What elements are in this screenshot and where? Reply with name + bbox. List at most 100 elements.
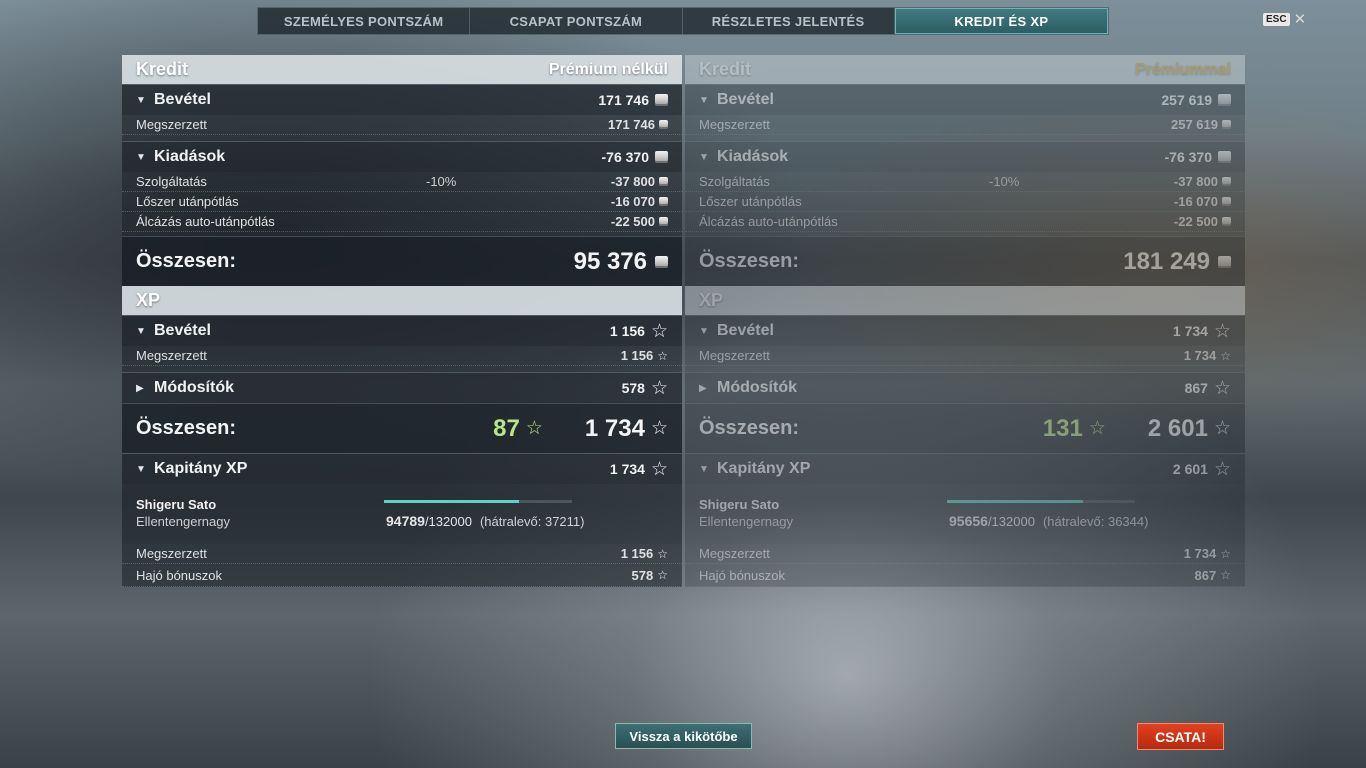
tab-bar: SZEMÉLYES PONTSZÁM CSAPAT PONTSZÁM RÉSZL…: [257, 7, 1109, 35]
credit-income-section[interactable]: ▼ Bevétel 171 746: [122, 84, 682, 115]
tab-detailed-report[interactable]: RÉSZLETES JELENTÉS: [683, 8, 895, 34]
captain-card: Shigeru Sato Ellentengernagy 95656/13200…: [685, 484, 1245, 544]
close-button[interactable]: ESC ✕: [1263, 12, 1306, 27]
xp-total-label: Összesen:: [136, 417, 237, 439]
row-value: -16 070: [610, 194, 655, 209]
credit-earned-row: Megszerzett 257 619: [685, 115, 1245, 135]
modifiers-section[interactable]: ▶ Módosítók 867 ☆: [685, 372, 1245, 403]
credit-coin-icon: [655, 151, 668, 163]
captain-earned-row: Megszerzett 1 734 ☆: [685, 544, 1245, 564]
xp-total-value: 2 601: [1147, 414, 1208, 442]
credit-income-value: 257 619: [1161, 92, 1212, 108]
xp-income-label: Bevétel: [154, 322, 211, 339]
row-label: Megszerzett: [699, 546, 770, 561]
captain-xp-label: Kapitány XP: [717, 460, 811, 477]
captain-progress-fill: [384, 500, 519, 503]
captain-xp-label: Kapitány XP: [154, 460, 248, 477]
free-xp-value: 87: [493, 414, 520, 442]
modifiers-value: 578: [621, 380, 645, 396]
xp-star-icon: ☆: [1213, 377, 1231, 399]
credit-coin-icon: [659, 177, 668, 186]
credit-coin-icon: [659, 217, 668, 226]
row-value: -22 500: [1173, 214, 1218, 229]
row-label: Álcázás auto-utánpótlás: [136, 214, 275, 229]
credit-income-value: 171 746: [598, 92, 649, 108]
xp-star-icon: ☆: [1220, 568, 1231, 582]
row-value: 1 156: [620, 546, 654, 561]
battle-button[interactable]: CSATA!: [1137, 723, 1224, 750]
expenses-label: Kiadások: [717, 148, 789, 165]
xp-earned-row: Megszerzett 1 734 ☆: [685, 346, 1245, 366]
row-label: Megszerzett: [699, 117, 770, 132]
captain-xp-section[interactable]: ▼ Kapitány XP 1 734 ☆: [122, 453, 682, 484]
camo-row: Álcázás auto-utánpótlás -22 500: [122, 212, 682, 232]
row-label: Megszerzett: [136, 117, 207, 132]
modifiers-section[interactable]: ▶ Módosítók 578 ☆: [122, 372, 682, 403]
xp-star-icon: ☆: [650, 458, 668, 480]
credit-coin-icon: [659, 197, 668, 206]
captain-earned-row: Megszerzett 1 156 ☆: [122, 544, 682, 564]
xp-total-value: 1 734: [584, 414, 645, 442]
row-value: 171 746: [608, 117, 655, 132]
xp-total: Összesen: 87 ☆ 1 734 ☆: [122, 403, 682, 453]
xp-star-icon: ☆: [657, 546, 668, 561]
expenses-section[interactable]: ▼ Kiadások -76 370: [685, 141, 1245, 172]
free-xp-star-icon: ☆: [1088, 418, 1106, 439]
credit-title: Kredit: [136, 59, 189, 79]
modifiers-label: Módosítók: [154, 379, 234, 396]
xp-title: XP: [136, 290, 161, 310]
expand-triangle-icon: ▼: [136, 325, 146, 337]
xp-income-section[interactable]: ▼ Bevétel 1 734 ☆: [685, 315, 1245, 346]
free-xp-star-icon: ☆: [525, 418, 543, 439]
captain-name: Shigeru Sato: [136, 497, 217, 512]
credit-coin-icon: [1222, 120, 1231, 129]
row-value: 1 734: [1183, 546, 1217, 561]
modifiers-label: Módosítók: [717, 379, 797, 396]
credit-income-section[interactable]: ▼ Bevétel 257 619: [685, 84, 1245, 115]
row-label: Szolgáltatás: [136, 174, 207, 189]
row-label: Megszerzett: [699, 348, 770, 363]
expenses-section[interactable]: ▼ Kiadások -76 370: [122, 141, 682, 172]
xp-earned-row: Megszerzett 1 156 ☆: [122, 346, 682, 366]
xp-total: Összesen: 131 ☆ 2 601 ☆: [685, 403, 1245, 453]
modifiers-value: 867: [1184, 380, 1208, 396]
expand-triangle-icon: ▼: [136, 94, 146, 106]
xp-total-label: Összesen:: [699, 417, 800, 439]
credit-coin-icon: [1218, 151, 1231, 163]
collapsed-triangle-icon: ▶: [699, 382, 707, 394]
captain-card: Shigeru Sato Ellentengernagy 94789/13200…: [122, 484, 682, 544]
row-label: Lőszer utánpótlás: [699, 194, 802, 209]
credit-header: Kredit Prémium nélkül: [122, 55, 682, 84]
captain-xp-current: 94789: [386, 513, 425, 529]
credit-coin-icon: [659, 120, 668, 129]
free-xp-value: 131: [1042, 414, 1083, 442]
expenses-value: -76 370: [601, 149, 649, 165]
back-to-port-button[interactable]: Vissza a kikötőbe: [615, 723, 752, 749]
xp-star-icon: ☆: [650, 377, 668, 399]
credit-title: Kredit: [699, 59, 752, 79]
row-label: Hajó bónuszok: [136, 567, 222, 583]
esc-key-label: ESC: [1263, 13, 1290, 26]
credit-coin-icon: [1222, 197, 1231, 206]
credit-total-value: 95 376: [573, 247, 647, 275]
captain-xp-section[interactable]: ▼ Kapitány XP 2 601 ☆: [685, 453, 1245, 484]
tab-credit-xp[interactable]: KREDIT ÉS XP: [894, 8, 1108, 34]
xp-star-icon: ☆: [1213, 458, 1231, 480]
xp-header: XP: [685, 286, 1245, 315]
captain-xp-value: 2 601: [1172, 461, 1208, 477]
xp-income-section[interactable]: ▼ Bevétel 1 156 ☆: [122, 315, 682, 346]
row-value: -16 070: [1173, 194, 1218, 209]
credit-total-label: Összesen:: [136, 250, 237, 272]
tab-team-score[interactable]: CSAPAT PONTSZÁM: [470, 8, 683, 34]
expand-triangle-icon: ▼: [699, 94, 709, 106]
expand-triangle-icon: ▼: [699, 325, 709, 337]
row-value: 1 156: [620, 348, 654, 363]
captain-xp-progress: 95656/132000 (hátralevő: 36344): [949, 513, 1148, 529]
captain-rank: Ellentengernagy: [136, 514, 230, 529]
captain-rank: Ellentengernagy: [699, 514, 793, 529]
tab-personal-score[interactable]: SZEMÉLYES PONTSZÁM: [258, 8, 471, 34]
captain-xp-current: 95656: [949, 513, 988, 529]
xp-title: XP: [699, 290, 724, 310]
xp-income-value: 1 156: [609, 323, 645, 339]
ammo-row: Lőszer utánpótlás -16 070: [685, 192, 1245, 212]
